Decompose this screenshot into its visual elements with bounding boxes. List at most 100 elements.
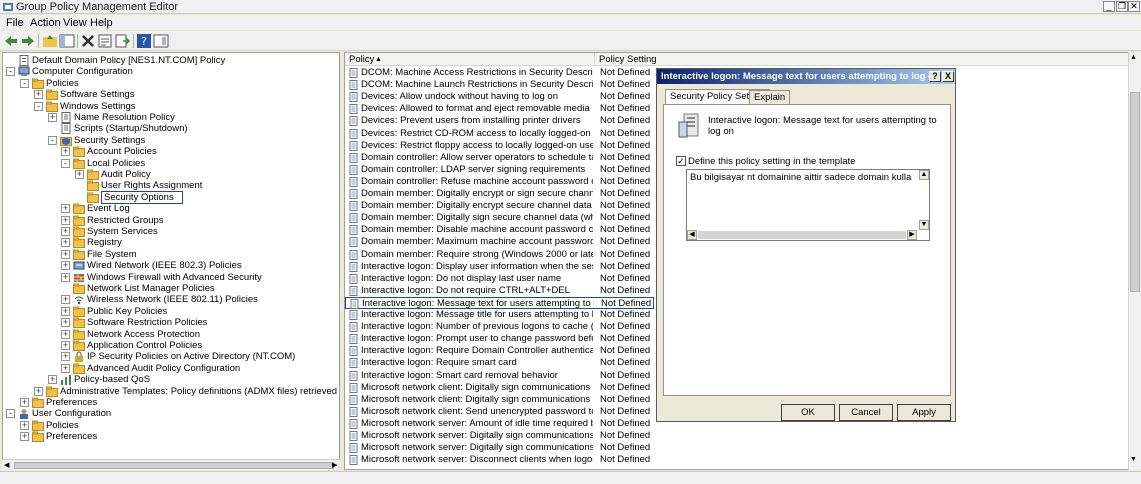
up-folder-icon[interactable]	[42, 33, 58, 49]
policy-row[interactable]: Microsoft network server: Digitally sign…	[345, 430, 655, 442]
column-header-policy-setting[interactable]: Policy Setting	[595, 53, 1140, 66]
horizontal-scroll-track[interactable]	[698, 231, 906, 239]
tree-horizontal-scrollbar[interactable]: ◀ ▶	[2, 459, 340, 470]
forward-arrow-icon[interactable]	[20, 33, 36, 49]
help-icon[interactable]: ?	[136, 33, 152, 49]
tree-node[interactable]: - Windows Settings	[3, 101, 339, 112]
tree-node[interactable]: + Policies	[3, 420, 339, 431]
tree-node[interactable]: + Restricted Groups	[3, 215, 339, 226]
tree-node[interactable]: + Wireless Network (IEEE 802.11) Policies	[3, 294, 339, 305]
tree-node[interactable]: + Account Policies	[3, 146, 339, 158]
tree-node[interactable]: + Wired Network (IEEE 802.3) Policies	[3, 260, 339, 271]
close-window-button[interactable]: ✕	[1128, 1, 1140, 12]
collapse-icon[interactable]: -	[6, 67, 15, 77]
expand-icon[interactable]: +	[61, 352, 70, 362]
policy-row[interactable]: DCOM: Machine Launch Restrictions in Sec…	[345, 79, 655, 91]
expand-icon[interactable]: +	[61, 306, 70, 316]
expand-icon[interactable]: +	[61, 329, 70, 339]
column-header-policy[interactable]: Policy ▲	[345, 53, 595, 66]
expand-icon[interactable]: +	[48, 375, 57, 385]
expand-icon[interactable]: +	[61, 318, 70, 328]
policy-row[interactable]: Interactive logon: Smart card removal be…	[345, 370, 655, 382]
policy-row[interactable]: Domain member: Digitally encrypt or sign…	[345, 188, 655, 200]
tree-node[interactable]: + Windows Firewall with Advanced Security	[3, 272, 339, 283]
expand-icon[interactable]: +	[20, 432, 29, 442]
policy-row[interactable]: Microsoft network client: Digitally sign…	[345, 382, 655, 394]
tree-node[interactable]: + Preferences	[3, 431, 339, 443]
list-vertical-scrollbar[interactable]: ▲ ▼	[1128, 52, 1141, 470]
view-pane-icon[interactable]	[153, 33, 169, 49]
scroll-down-button[interactable]: ▼	[919, 220, 929, 230]
tree-node[interactable]: + System Services	[3, 226, 339, 237]
policy-row[interactable]: Interactive logon: Display user informat…	[345, 261, 655, 273]
tree-node[interactable]: + Public Key Policies	[3, 306, 339, 317]
policy-row[interactable]: Interactive logon: Number of previous lo…	[345, 321, 655, 333]
tree-node[interactable]: Default Domain Policy [NES1.NT.COM] Poli…	[3, 55, 339, 66]
tree-node[interactable]: + Software Settings	[3, 89, 339, 101]
policy-row[interactable]: Domain member: Digitally encrypt secure …	[345, 200, 655, 212]
policy-row[interactable]: Domain controller: Refuse machine accoun…	[345, 176, 655, 188]
policy-row[interactable]: Microsoft network client: Send unencrypt…	[345, 406, 655, 418]
tab-explain[interactable]: Explain	[749, 90, 791, 104]
policy-row[interactable]: Interactive logon: Require smart card Not…	[345, 357, 655, 369]
tree-node[interactable]: Scripts (Startup/Shutdown)	[3, 123, 339, 135]
tree-node[interactable]: + File System	[3, 249, 339, 260]
policy-row[interactable]: Domain controller: LDAP server signing r…	[345, 164, 655, 176]
expand-icon[interactable]: +	[34, 90, 43, 100]
policy-row[interactable]: Interactive logon: Require Domain Contro…	[345, 345, 655, 357]
scroll-left-button[interactable]: ◀	[687, 230, 697, 240]
scroll-right-button[interactable]: ▶	[907, 230, 917, 240]
expand-icon[interactable]: +	[61, 215, 70, 225]
menu-view[interactable]: View	[63, 17, 87, 29]
policy-row[interactable]: Devices: Restrict floppy access to local…	[345, 140, 655, 152]
policy-row[interactable]: Devices: Prevent users from installing p…	[345, 115, 655, 127]
expand-icon[interactable]: +	[61, 249, 70, 259]
tree-node[interactable]: Security Options	[3, 190, 339, 204]
expand-icon[interactable]: +	[61, 272, 70, 282]
policy-row[interactable]: Devices: Allowed to format and eject rem…	[345, 103, 655, 115]
collapse-icon[interactable]: -	[61, 158, 70, 168]
policy-row[interactable]: Domain member: Digitally sign secure cha…	[345, 212, 655, 224]
expand-icon[interactable]: +	[61, 261, 70, 271]
minimize-button[interactable]: _	[1103, 1, 1115, 12]
tree-node[interactable]: - Computer Configuration	[3, 66, 339, 77]
tree-node[interactable]: - User Configuration	[3, 408, 339, 420]
policy-row[interactable]: Interactive logon: Message text for user…	[345, 296, 654, 309]
policy-row[interactable]: Microsoft network server: Disconnect cli…	[345, 454, 655, 466]
tree-node[interactable]: + Event Log	[3, 203, 339, 215]
properties-icon[interactable]	[97, 33, 113, 49]
policy-row[interactable]: Domain member: Require strong (Windows 2…	[345, 249, 655, 261]
restore-button[interactable]: ❐	[1116, 1, 1128, 12]
show-hide-tree-icon[interactable]	[59, 33, 75, 49]
tree-node[interactable]: + Audit Policy	[3, 169, 339, 180]
expand-icon[interactable]: +	[48, 113, 57, 122]
export-list-icon[interactable]	[114, 33, 130, 49]
expand-icon[interactable]: +	[20, 420, 29, 430]
apply-button[interactable]: Apply	[897, 404, 951, 421]
delete-icon[interactable]	[80, 33, 96, 49]
expand-icon[interactable]: +	[61, 227, 70, 236]
collapse-icon[interactable]: -	[20, 78, 29, 88]
policy-row[interactable]: Interactive logon: Message title for use…	[345, 309, 655, 321]
tree-node[interactable]: + Application Control Policies	[3, 340, 339, 351]
expand-icon[interactable]: +	[34, 386, 43, 396]
tree-node[interactable]: + Administrative Templates: Policy defini…	[3, 386, 339, 397]
tree-node[interactable]: + Preferences	[3, 397, 339, 408]
expand-icon[interactable]: +	[61, 238, 70, 248]
expand-icon[interactable]: +	[61, 295, 70, 305]
tree-node[interactable]: User Rights Assignment	[3, 180, 339, 192]
policy-row[interactable]: Domain controller: Allow server operator…	[345, 152, 655, 164]
tree-node[interactable]: + IP Security Policies on Active Director…	[3, 351, 339, 363]
policy-row[interactable]: Interactive logon: Do not display last u…	[345, 273, 655, 285]
menu-action[interactable]: Action	[30, 17, 61, 29]
tree-node[interactable]: + Name Resolution Policy	[3, 112, 339, 123]
tree-node[interactable]: + Policy-based QoS	[3, 374, 339, 386]
policy-row[interactable]: Devices: Allow undock without having to …	[345, 91, 655, 103]
expand-icon[interactable]: +	[75, 170, 84, 179]
collapse-icon[interactable]: -	[34, 101, 43, 111]
tree-node[interactable]: - Policies	[3, 78, 339, 89]
ok-button[interactable]: OK	[781, 404, 835, 421]
tree-node[interactable]: + Advanced Audit Policy Configuration	[3, 363, 339, 374]
scroll-up-button[interactable]: ▲	[919, 170, 929, 180]
tree-node[interactable]: Network List Manager Policies	[3, 283, 339, 294]
